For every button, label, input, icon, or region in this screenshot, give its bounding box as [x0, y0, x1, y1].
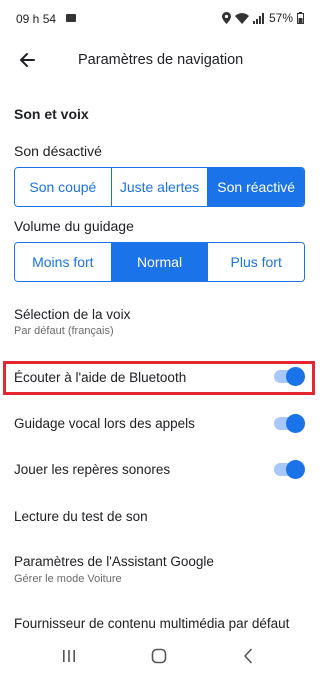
- mute-option-off[interactable]: Son coupé: [15, 168, 112, 206]
- volume-selector: Moins fort Normal Plus fort: [14, 242, 305, 282]
- status-time: 09 h 54: [16, 12, 57, 26]
- status-bar: 09 h 54 57%: [0, 0, 320, 34]
- location-icon: [221, 12, 231, 24]
- wifi-icon: [234, 12, 249, 24]
- setting-voice-calls[interactable]: Guidage vocal lors des appels: [0, 408, 320, 440]
- system-nav-bar: [0, 636, 320, 676]
- battery-icon: [297, 12, 304, 24]
- signal-icon: [252, 12, 264, 24]
- setting-subtitle: Gérer le mode Voiture: [14, 573, 122, 585]
- setting-subtitle: Par défaut (français): [14, 325, 114, 337]
- setting-title: Lecture du test de son: [14, 509, 148, 524]
- setting-title: Fournisseur de contenu multimédia par dé…: [14, 616, 290, 631]
- voice-calls-toggle[interactable]: [274, 414, 305, 433]
- app-bar: Paramètres de navigation: [0, 40, 320, 80]
- setting-sound-test[interactable]: Lecture du test de son: [0, 500, 320, 534]
- setting-voice-selection[interactable]: Sélection de la voix Par défaut (françai…: [0, 298, 320, 344]
- highlight-box: [3, 361, 315, 395]
- mute-option-alerts[interactable]: Juste alertes: [111, 168, 209, 206]
- mute-label: Son désactivé: [14, 143, 102, 159]
- setting-title: Sélection de la voix: [14, 307, 131, 322]
- battery-percent: 57%: [268, 11, 293, 25]
- sound-cues-toggle[interactable]: [274, 460, 305, 479]
- setting-title: Paramètres de l'Assistant Google: [14, 554, 214, 569]
- recents-icon[interactable]: [59, 646, 79, 666]
- section-title: Son et voix: [14, 106, 89, 122]
- toggle-thumb: [286, 414, 305, 433]
- setting-google-assistant[interactable]: Paramètres de l'Assistant Google Gérer l…: [0, 546, 320, 592]
- volume-label: Volume du guidage: [14, 218, 134, 234]
- volume-option-lower[interactable]: Moins fort: [15, 243, 112, 281]
- volume-option-normal[interactable]: Normal: [111, 243, 209, 281]
- page-title: Paramètres de navigation: [78, 52, 244, 68]
- setting-title: Guidage vocal lors des appels: [14, 416, 195, 431]
- setting-media-provider[interactable]: Fournisseur de contenu multimédia par dé…: [0, 608, 320, 636]
- back-icon[interactable]: [238, 646, 258, 666]
- status-icons: 57%: [221, 11, 304, 25]
- mute-option-on[interactable]: Son réactivé: [208, 168, 304, 206]
- arrow-back-icon[interactable]: [18, 50, 38, 70]
- setting-sound-cues[interactable]: Jouer les repères sonores: [0, 454, 320, 486]
- home-icon[interactable]: [149, 646, 169, 666]
- mute-selector: Son coupé Juste alertes Son réactivé: [14, 167, 305, 207]
- toggle-thumb: [286, 460, 305, 479]
- volume-option-louder[interactable]: Plus fort: [208, 243, 304, 281]
- image-icon: [66, 14, 76, 22]
- setting-title: Jouer les repères sonores: [14, 462, 171, 477]
